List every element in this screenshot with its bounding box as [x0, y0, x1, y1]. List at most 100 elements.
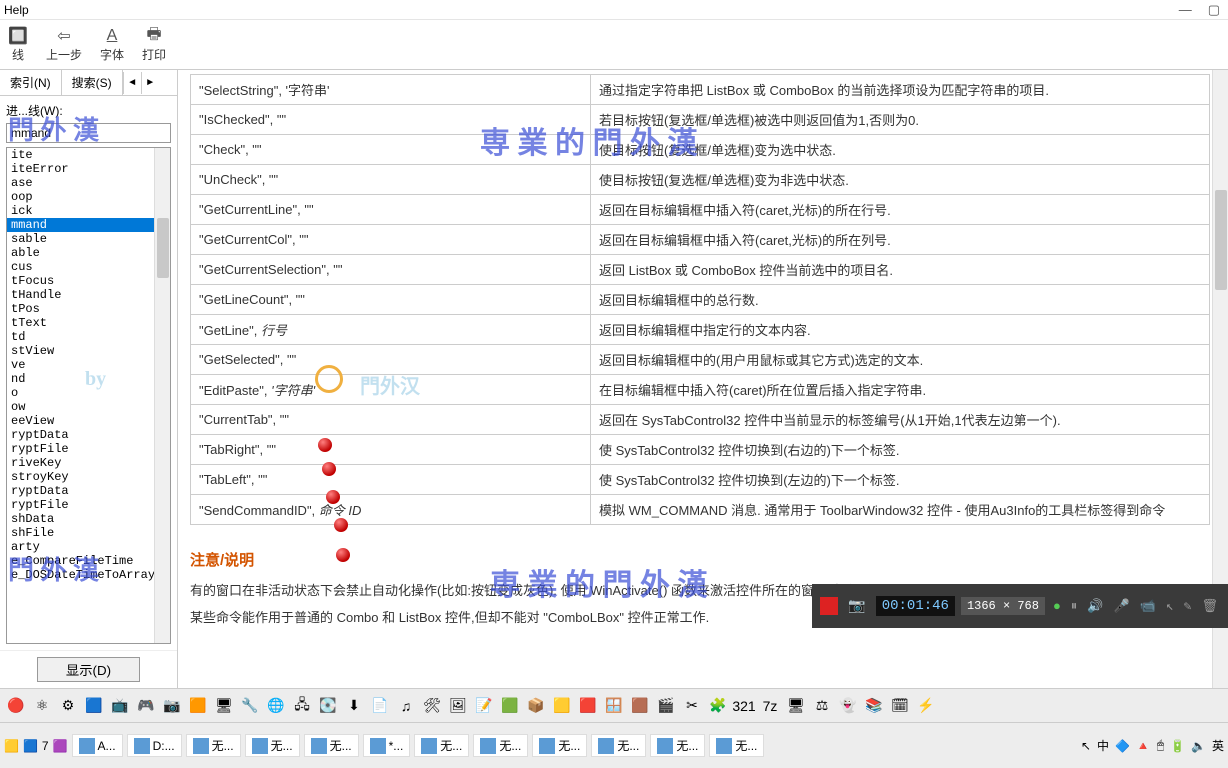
keyword-input[interactable]: [6, 123, 171, 143]
taskbar-item[interactable]: 无...: [709, 734, 764, 757]
taskbar-item[interactable]: 无...: [650, 734, 705, 757]
list-item[interactable]: tFocus: [7, 274, 170, 288]
list-item[interactable]: shData: [7, 512, 170, 526]
record-button[interactable]: [820, 597, 838, 615]
trash-icon[interactable]: 🗑: [1199, 599, 1220, 614]
taskbar-item[interactable]: 无...: [532, 734, 587, 757]
music-icon[interactable]: ♫: [396, 696, 416, 716]
scrollbar-thumb[interactable]: [1215, 190, 1227, 290]
gear-icon[interactable]: ⚙: [58, 696, 78, 716]
bat-icon[interactable]: 🔋: [1170, 739, 1185, 753]
app4-icon[interactable]: 🟥: [578, 696, 598, 716]
list-item[interactable]: e_DOSDateTimeToArray: [7, 568, 170, 582]
list-item[interactable]: e_CompareFileTime: [7, 554, 170, 568]
pause-icon[interactable]: ⏸: [1069, 599, 1080, 614]
app-ic[interactable]: 🟨: [4, 739, 19, 753]
crop-icon[interactable]: ✂: [682, 696, 702, 716]
flash-icon[interactable]: ⚡: [916, 696, 936, 716]
list-item[interactable]: ow: [7, 400, 170, 414]
taskbar-item[interactable]: *...: [363, 734, 411, 757]
list-item[interactable]: mmand: [7, 218, 170, 232]
reg-icon[interactable]: 🧩: [708, 696, 728, 716]
taskbar-item[interactable]: 无...: [304, 734, 359, 757]
n321-icon[interactable]: 321: [734, 696, 754, 716]
cube-icon[interactable]: 🟧: [188, 696, 208, 716]
font-button[interactable]: A字体: [100, 26, 124, 63]
taskbar-item[interactable]: 无...: [186, 734, 241, 757]
hdd-icon[interactable]: 💽: [318, 696, 338, 716]
camera-icon[interactable]: 📷: [844, 598, 869, 615]
window-icon[interactable]: 🪟: [604, 696, 624, 716]
list-item[interactable]: nd: [7, 372, 170, 386]
list-item[interactable]: ryptFile: [7, 442, 170, 456]
app-icon[interactable]: 🟦: [84, 696, 104, 716]
show-button[interactable]: 显示(D): [37, 657, 140, 682]
list-item[interactable]: riveKey: [7, 456, 170, 470]
taskbar-item[interactable]: 无...: [591, 734, 646, 757]
list-item[interactable]: ryptData: [7, 484, 170, 498]
list-item[interactable]: ve: [7, 358, 170, 372]
mon-icon[interactable]: 🖥: [786, 696, 806, 716]
ghost-icon[interactable]: 👻: [838, 696, 858, 716]
list-item[interactable]: sable: [7, 232, 170, 246]
7z-icon[interactable]: 7z: [760, 696, 780, 716]
pen-icon[interactable]: ✎: [1182, 599, 1194, 614]
chrome-icon[interactable]: 🔴: [6, 696, 26, 716]
app-ic[interactable]: 🟪: [53, 739, 68, 753]
devtool-icon[interactable]: 🛠: [422, 696, 442, 716]
print-button[interactable]: 🖶打印: [142, 26, 166, 63]
cursor-icon[interactable]: ↖: [1164, 599, 1176, 614]
taskbar-item[interactable]: A...: [72, 734, 123, 757]
wrench-icon[interactable]: 🔧: [240, 696, 260, 716]
taskbar-item[interactable]: 无...: [245, 734, 300, 757]
tab-next[interactable]: ►: [141, 72, 159, 94]
taskbar-item[interactable]: 无...: [473, 734, 528, 757]
txt-icon[interactable]: 📝: [474, 696, 494, 716]
sheet-icon[interactable]: 📄: [370, 696, 390, 716]
a-icon[interactable]: 🔺: [1136, 739, 1151, 753]
d-icon[interactable]: 🔷: [1115, 739, 1130, 753]
video-icon[interactable]: 🎬: [656, 696, 676, 716]
atom-icon[interactable]: ⚛: [32, 696, 52, 716]
globe-icon[interactable]: 🌐: [266, 696, 286, 716]
list-item[interactable]: able: [7, 246, 170, 260]
list-item[interactable]: oop: [7, 190, 170, 204]
snd-icon[interactable]: 🔈: [1191, 739, 1206, 753]
mic-icon[interactable]: 🎤: [1111, 599, 1131, 614]
list-item[interactable]: arty: [7, 540, 170, 554]
cal-icon[interactable]: 🗓: [890, 696, 910, 716]
dl-icon[interactable]: ⬇: [344, 696, 364, 716]
list-item[interactable]: ick: [7, 204, 170, 218]
tab-index[interactable]: 索引(N): [0, 70, 62, 95]
minimize-button[interactable]: —: [1175, 2, 1196, 18]
tab-prev[interactable]: ◄: [123, 72, 141, 94]
app5-icon[interactable]: 🟫: [630, 696, 650, 716]
tv-icon[interactable]: 📺: [110, 696, 130, 716]
lang-ind[interactable]: 英: [1212, 737, 1224, 754]
list-item[interactable]: ite: [7, 148, 170, 162]
list-item[interactable]: tHandle: [7, 288, 170, 302]
list-item[interactable]: stroyKey: [7, 470, 170, 484]
taskbar-item[interactable]: D:...: [127, 734, 182, 757]
list-item[interactable]: iteError: [7, 162, 170, 176]
book-icon[interactable]: 📚: [864, 696, 884, 716]
list-item[interactable]: cus: [7, 260, 170, 274]
scrollbar[interactable]: [154, 148, 170, 643]
ptr-icon[interactable]: 🖱: [1157, 738, 1164, 753]
list-item[interactable]: ase: [7, 176, 170, 190]
image-icon[interactable]: 🖼: [448, 696, 468, 716]
home-button[interactable]: 🔲线: [8, 26, 28, 63]
app-ic[interactable]: 7: [42, 739, 49, 753]
back-button[interactable]: ⇦上一步: [46, 26, 82, 63]
tab-search[interactable]: 搜索(S): [62, 70, 123, 95]
list-item[interactable]: stView: [7, 344, 170, 358]
list-item[interactable]: eeView: [7, 414, 170, 428]
maximize-button[interactable]: ▢: [1204, 2, 1224, 18]
box-icon[interactable]: 📦: [526, 696, 546, 716]
taskbar-item[interactable]: 无...: [414, 734, 469, 757]
audio-icon[interactable]: 🔊: [1085, 599, 1105, 614]
webcam-icon[interactable]: 📹: [1138, 599, 1158, 614]
list-item[interactable]: tPos: [7, 302, 170, 316]
app2-icon[interactable]: 🟩: [500, 696, 520, 716]
game-icon[interactable]: 🎮: [136, 696, 156, 716]
